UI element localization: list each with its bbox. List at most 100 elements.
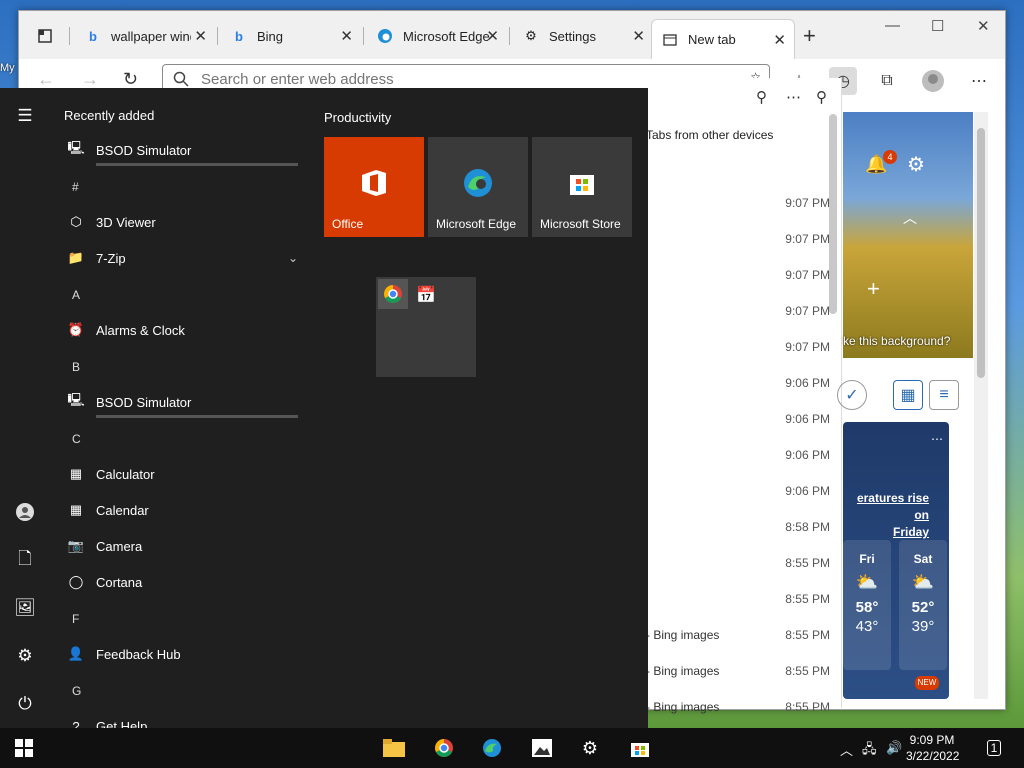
documents-icon[interactable]: 🗋 [13,548,37,572]
tabs-from-other-devices[interactable]: Tabs from other devices [646,128,773,142]
close-tab-icon[interactable]: ✕ [773,31,786,49]
add-shortcut-icon[interactable]: + [867,276,880,302]
clock[interactable]: 9:09 PM 3/22/2022 [906,732,959,764]
photos-taskbar-button[interactable] [530,736,554,760]
search-history-icon[interactable]: ⚲ [756,88,767,106]
history-row[interactable]: 9:06 PM [630,484,830,504]
pin-icon[interactable]: ⚲ [816,88,827,106]
history-row[interactable]: 9:07 PM [630,232,830,252]
history-row[interactable]: 9:07 PM [630,196,830,216]
history-time: 9:06 PM [785,376,830,390]
back-button[interactable]: ← [37,69,55,90]
tab-microsoft-edge[interactable]: Microsoft Edge ✕ [367,21,507,51]
tab-actions-icon [37,28,53,44]
search-icon [173,71,189,87]
pictures-icon[interactable]: 🖼 [13,596,37,620]
collections-button[interactable]: ⧉ [873,67,901,95]
history-row[interactable]: 8:58 PM [630,520,830,540]
settings-icon[interactable]: ⚙ [13,644,37,668]
tile-folder[interactable]: 📅 [376,277,476,377]
group-letter-C[interactable]: C [72,432,81,446]
refresh-button[interactable]: ↻ [123,69,138,90]
history-time: 9:07 PM [785,340,830,354]
user-account-icon[interactable] [13,500,37,524]
desktop-icon-label[interactable]: My [0,62,15,74]
background-question[interactable]: ke this background? [843,334,950,348]
app-calendar[interactable]: ▦ Calendar [64,494,298,526]
tab-settings[interactable]: ⚙ Settings ✕ [513,21,653,51]
history-time: 8:55 PM [785,628,830,642]
history-row[interactable]: xp - Bing images 8:55 PM [630,700,830,720]
app-calculator[interactable]: ▦ Calculator [64,458,298,490]
edge-taskbar-button[interactable] [480,736,504,760]
app-get-help[interactable]: ? Get Help [64,710,298,729]
group-letter-A[interactable]: A [72,288,80,302]
app-camera[interactable]: 📷 Camera [64,530,298,562]
history-row[interactable]: xp - Bing images 8:55 PM [630,628,830,648]
history-row[interactable]: 8:55 PM [630,556,830,576]
group-letter-F[interactable]: F [72,612,79,626]
history-row[interactable]: 9:06 PM [630,412,830,432]
close-tab-icon[interactable]: ✕ [486,27,499,45]
app-bsod-simulator[interactable]: 🖳 BSOD Simulator [64,386,298,418]
chrome-taskbar-button[interactable] [432,736,456,760]
list-layout-button[interactable]: ≡ [929,380,959,410]
app-bsod-simulator[interactable]: 🖳 BSOD Simulator [64,134,298,166]
settings-taskbar-button[interactable]: ⚙ [578,736,602,760]
history-row[interactable]: xp - Bing images 8:55 PM [630,664,830,684]
history-scrollbar[interactable] [829,114,837,314]
group-letter-B[interactable]: B [72,360,80,374]
chevron-icon[interactable]: ✓ [837,380,867,410]
app-3d-viewer[interactable]: ⬡ 3D Viewer [64,206,298,238]
close-tab-icon[interactable]: ✕ [194,27,207,45]
office-tile[interactable]: Office [324,137,424,237]
action-center-button[interactable]: 1 [982,736,1006,760]
group-letter-#[interactable]: # [72,180,79,194]
microsoft-edge-tile[interactable]: Microsoft Edge [428,137,528,237]
history-row[interactable]: 9:07 PM [630,268,830,288]
chevron-down-icon[interactable]: ⌄ [288,251,298,265]
app-alarms-clock[interactable]: ⏰ Alarms & Clock [64,314,298,346]
history-row[interactable]: 9:07 PM [630,340,830,360]
minimize-button[interactable]: — [885,17,900,34]
tab-wallpaper[interactable]: b wallpaper wind ✕ [75,21,215,51]
more-options-button[interactable]: ⋯ [965,67,993,95]
history-row[interactable]: 9:06 PM [630,448,830,468]
history-more-icon[interactable]: ⋯ [786,88,801,106]
forward-button[interactable]: → [81,69,99,90]
file-explorer-button[interactable] [382,736,406,760]
history-row[interactable]: 8:55 PM [630,592,830,612]
chevron-up-icon[interactable]: ︿ [903,208,917,228]
page-settings-icon[interactable]: ⚙ [907,152,925,177]
tab-bing[interactable]: b Bing ✕ [221,21,361,51]
history-time: 9:07 PM [785,196,830,210]
close-tab-icon[interactable]: ✕ [632,27,645,45]
close-window-button[interactable]: ✕ [977,17,990,35]
tab-new-tab[interactable]: New tab ✕ [651,19,795,59]
profile-button[interactable] [919,67,947,95]
new-tab-button[interactable]: + [803,23,816,49]
show-hidden-icons[interactable]: ︿ [840,740,853,759]
app-7-zip[interactable]: 📁 7-Zip ⌄ [64,242,298,274]
group-letter-G[interactable]: G [72,684,81,698]
start-button[interactable] [12,736,36,760]
store-taskbar-button[interactable] [628,736,652,760]
network-icon[interactable]: 🖧 [862,740,877,762]
hamburger-menu-icon[interactable]: ☰ [13,104,37,128]
clock-icon: ⏰ [67,322,85,337]
app-feedback-hub[interactable]: 👤 Feedback Hub [64,638,298,670]
maximize-button[interactable]: ☐ [931,17,944,35]
tab-actions-button[interactable] [27,21,67,51]
power-icon[interactable]: ⏻ [13,692,37,716]
microsoft-store-tile[interactable]: Microsoft Store [532,137,632,237]
card-more-icon[interactable]: ⋯ [931,432,943,446]
grid-layout-button[interactable]: ▦ [893,380,923,410]
volume-icon[interactable]: 🔊 [886,740,902,756]
app-cortana[interactable]: ◯ Cortana [64,566,298,598]
close-tab-icon[interactable]: ✕ [340,27,353,45]
weather-headline[interactable]: eratures rise on Friday [843,490,929,541]
page-scrollbar[interactable] [974,112,988,699]
history-row[interactable]: 9:06 PM [630,376,830,396]
weather-card[interactable]: ⋯ eratures rise on Friday Fri ⛅ 58° 43° Sat ⛅… [843,422,949,699]
history-row[interactable]: 9:07 PM [630,304,830,324]
